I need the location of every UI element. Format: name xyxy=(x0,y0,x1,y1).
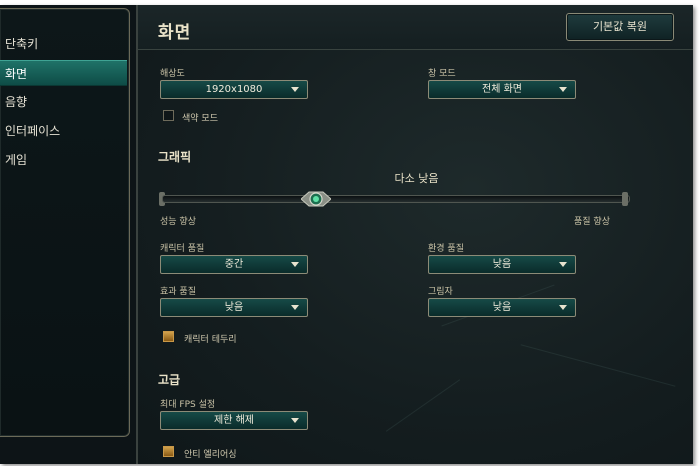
chevron-down-icon xyxy=(559,305,567,310)
settings-window: 단축키 화면 음향 인터페이스 게임 화면 기본값 복원 해상도 1920x10… xyxy=(0,5,693,464)
max-fps-label: 최대 FPS 설정 xyxy=(160,400,216,410)
character-outline-label: 캐릭터 테두리 xyxy=(184,335,237,345)
resolution-dropdown[interactable]: 1920x1080 xyxy=(160,80,308,99)
restore-defaults-button[interactable]: 기본값 복원 xyxy=(566,13,674,41)
chevron-down-icon xyxy=(291,418,299,423)
graphics-section-title: 그래픽 xyxy=(158,150,192,164)
environment-quality-dropdown[interactable]: 낮음 xyxy=(428,255,576,274)
resolution-value: 1920x1080 xyxy=(205,84,263,95)
chevron-down-icon xyxy=(291,262,299,267)
anti-aliasing-checkbox[interactable] xyxy=(163,446,174,457)
shadows-label: 그림자 xyxy=(428,287,453,297)
effects-quality-dropdown[interactable]: 낮음 xyxy=(160,298,308,317)
graphics-quality-slider[interactable] xyxy=(162,195,630,203)
character-outline-checkbox[interactable] xyxy=(163,331,174,342)
shadows-value: 낮음 xyxy=(492,302,512,313)
sidebar-item-sound[interactable]: 음향 xyxy=(0,89,127,115)
page-title: 화면 xyxy=(158,23,192,43)
effects-quality-value: 낮음 xyxy=(224,302,244,313)
environment-quality-value: 낮음 xyxy=(492,259,512,270)
resolution-label: 해상도 xyxy=(160,69,185,79)
window-mode-value: 전체 화면 xyxy=(482,84,522,95)
sidebar-item-interface[interactable]: 인터페이스 xyxy=(0,118,127,144)
settings-sidebar: 단축키 화면 음향 인터페이스 게임 xyxy=(0,8,130,437)
max-fps-value: 제한 해제 xyxy=(214,415,254,426)
colorblind-mode-checkbox[interactable] xyxy=(163,110,174,121)
chevron-down-icon xyxy=(559,87,567,92)
panel-header: 화면 기본값 복원 xyxy=(138,5,693,50)
sidebar-item-hotkeys[interactable]: 단축키 xyxy=(0,31,127,57)
anti-aliasing-label: 안티 엘리어싱 xyxy=(184,450,237,460)
character-quality-label: 캐릭터 품질 xyxy=(160,244,205,254)
character-quality-value: 중간 xyxy=(224,259,244,270)
character-quality-dropdown[interactable]: 중간 xyxy=(160,255,308,274)
slider-right-cap xyxy=(622,192,628,206)
slider-min-label: 성능 향상 xyxy=(160,217,196,227)
environment-quality-label: 환경 품질 xyxy=(428,244,464,254)
effects-quality-label: 효과 품질 xyxy=(160,287,196,297)
slider-thumb-icon[interactable] xyxy=(300,190,331,208)
colorblind-mode-label: 색약 모드 xyxy=(182,114,218,124)
chevron-down-icon xyxy=(291,305,299,310)
settings-panel: 화면 기본값 복원 해상도 1920x1080 창 모드 전체 화면 색약 모드… xyxy=(136,5,693,464)
advanced-section-title: 고급 xyxy=(158,373,181,387)
graphics-quality-caption: 다소 낮음 xyxy=(394,172,439,185)
window-mode-label: 창 모드 xyxy=(428,69,456,79)
max-fps-dropdown[interactable]: 제한 해제 xyxy=(160,411,308,430)
slider-max-label: 품질 향상 xyxy=(574,217,610,227)
background-texture xyxy=(385,379,461,432)
shadows-dropdown[interactable]: 낮음 xyxy=(428,298,576,317)
chevron-down-icon xyxy=(559,262,567,267)
background-texture xyxy=(520,344,676,387)
window-mode-dropdown[interactable]: 전체 화면 xyxy=(428,80,576,99)
sidebar-item-game[interactable]: 게임 xyxy=(0,147,127,173)
sidebar-item-video[interactable]: 화면 xyxy=(0,60,127,86)
chevron-down-icon xyxy=(291,87,299,92)
